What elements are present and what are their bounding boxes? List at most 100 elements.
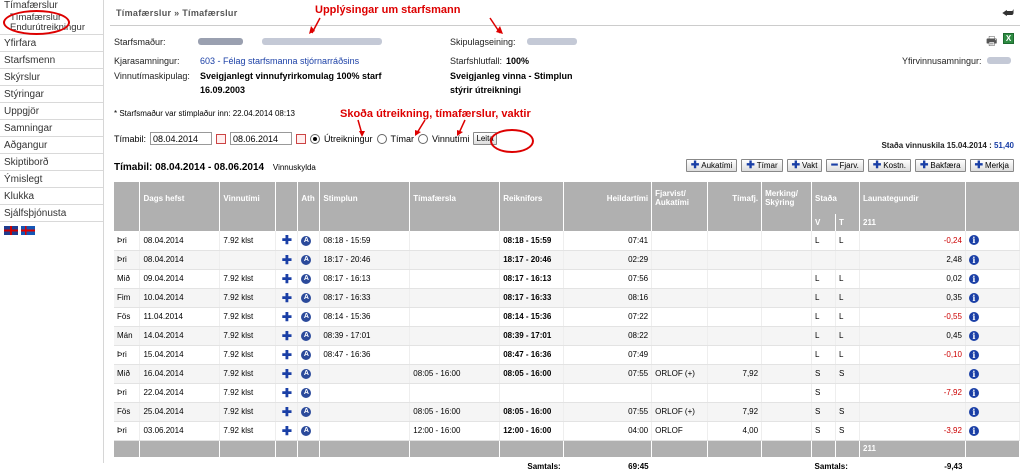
col-stimplun[interactable]: Stimplun	[319, 182, 411, 214]
col-launategundir[interactable]: Launategundir	[859, 182, 966, 214]
add-icon[interactable]: ✚	[282, 348, 292, 362]
back-icon[interactable]: ⮨	[1002, 5, 1014, 21]
a-status-icon[interactable]: A	[301, 293, 312, 303]
ath-cell: A	[297, 269, 321, 289]
stimplun-cell: 08:14 - 15:36	[319, 307, 411, 327]
add-icon[interactable]: ✚	[282, 405, 292, 419]
sidebar-item-styringar[interactable]: Stýringar	[0, 86, 103, 103]
table-row[interactable]: Þri 08.04.2014 ✚ A 18:17 - 20:46 18:17 - 20:4…	[114, 250, 1020, 270]
a-status-icon[interactable]: A	[301, 312, 312, 322]
sidebar-item-uppgjor[interactable]: Uppgjör	[0, 103, 103, 120]
sidebar-item-skyrslur[interactable]: Skýrslur	[0, 69, 103, 86]
reiknifors-cell: 08:14 - 15:36	[499, 307, 565, 327]
radio-utreikningur[interactable]	[310, 133, 321, 144]
col-stada[interactable]: Staða	[811, 182, 861, 214]
sidebar-item-samningar[interactable]: Samningar	[0, 120, 103, 137]
sidebar-item-adgangur[interactable]: Aðgangur	[0, 137, 103, 154]
table-row[interactable]: Mið 16.04.2014 7.92 klst ✚ A 08:05 - 16:00 08:…	[114, 364, 1020, 384]
info-icon[interactable]: i	[968, 387, 979, 398]
col-vinnutimi[interactable]: Vinnutími	[219, 182, 277, 214]
date-cell: 08.04.2014	[139, 231, 221, 251]
a-status-icon[interactable]: A	[301, 274, 312, 284]
sidebar-item-timafaerslur[interactable]: Tímafærslur	[0, 0, 103, 12]
add-icon[interactable]: ✚	[282, 253, 292, 267]
aukatimi-button[interactable]: ✚ Aukatími	[685, 159, 738, 172]
info-icon[interactable]: i	[968, 330, 979, 341]
add-icon[interactable]: ✚	[282, 367, 292, 381]
table-row[interactable]: Mán 14.04.2014 7.92 klst ✚ A 08:39 - 17:01 08:…	[114, 326, 1020, 346]
radio-vinnutimi[interactable]	[418, 133, 429, 144]
info-icon[interactable]: i	[968, 425, 979, 436]
add-icon[interactable]: ✚	[282, 233, 292, 247]
a-status-icon[interactable]: A	[301, 331, 312, 341]
a-status-icon[interactable]: A	[301, 369, 312, 379]
add-icon[interactable]: ✚	[282, 329, 292, 343]
sidebar-item-yfirfara[interactable]: Yfirfara	[0, 35, 103, 52]
table-row[interactable]: Mið 09.04.2014 7.92 klst ✚ A 08:17 - 16:13 08:…	[114, 269, 1020, 289]
info-icon[interactable]: i	[968, 254, 979, 265]
table-row[interactable]: Þri 22.04.2014 7.92 klst ✚ A S -7,92 i	[114, 383, 1020, 403]
a-status-icon[interactable]: A	[301, 350, 312, 360]
timar-button[interactable]: ✚ Tímar	[741, 159, 783, 172]
sidebar-item-klukka[interactable]: Klukka	[0, 188, 103, 205]
sidebar-item-sjalfsthjonusta[interactable]: Sjálfsþjónusta	[0, 205, 103, 222]
print-icon[interactable]: 🖶	[986, 32, 997, 53]
info-icon[interactable]: i	[968, 273, 979, 284]
fjarvist-cell: ORLOF	[651, 421, 709, 441]
calendar-from-icon[interactable]	[216, 133, 227, 144]
samtals-launategundir: -9,43	[944, 462, 963, 471]
table-row[interactable]: Fim 10.04.2014 7.92 klst ✚ A 08:17 - 16:33 08:…	[114, 288, 1020, 308]
a-status-icon[interactable]: A	[301, 426, 312, 436]
info-icon[interactable]: i	[968, 349, 979, 360]
bakfaera-button[interactable]: ✚ Bakfæra	[914, 159, 966, 172]
timafaersla-cell	[409, 269, 501, 289]
info-icon[interactable]: i	[968, 235, 979, 246]
merkja-button[interactable]: ✚ Merkja	[969, 159, 1014, 172]
vinnutimi-cell: 7.92 klst	[219, 383, 277, 403]
col-timafj[interactable]: Tímafj.	[707, 182, 763, 214]
uk-flag-icon[interactable]	[4, 226, 18, 235]
reiknifors-cell: 08:18 - 15:59	[499, 231, 565, 251]
fjarv-button[interactable]: ━ Fjarv.	[826, 159, 864, 172]
a-status-icon[interactable]: A	[301, 255, 312, 265]
table-row[interactable]: Fös 11.04.2014 7.92 klst ✚ A 08:14 - 15:36 08:…	[114, 307, 1020, 327]
col-heildartimi[interactable]: Heildartími	[563, 182, 653, 214]
table-row[interactable]: Þri 03.06.2014 7.92 klst ✚ A 12:00 - 16:00 12:…	[114, 421, 1020, 441]
info-icon[interactable]: i	[968, 406, 979, 417]
sidebar-item-skiptibord[interactable]: Skiptiborð	[0, 154, 103, 171]
a-status-icon[interactable]: A	[301, 235, 312, 246]
a-status-icon[interactable]: A	[301, 388, 312, 398]
calendar-to-icon[interactable]	[296, 133, 307, 144]
add-icon[interactable]: ✚	[282, 424, 292, 438]
col-timafaersla[interactable]: Tímafærsla	[409, 182, 501, 214]
sidebar-item-starfsmenn[interactable]: Starfsmenn	[0, 52, 103, 69]
table-row[interactable]: Þri 08.04.2014 7.92 klst ✚ A 08:18 - 15:59 08:…	[114, 231, 1020, 251]
add-icon[interactable]: ✚	[282, 291, 292, 305]
col-reiknifors[interactable]: Reiknifors	[499, 182, 565, 214]
a-status-icon[interactable]: A	[301, 407, 312, 417]
date-to-input[interactable]	[230, 132, 293, 145]
table-row[interactable]: Fös 25.04.2014 7.92 klst ✚ A 08:05 - 16:00 08:…	[114, 402, 1020, 422]
kjarasamningur-link[interactable]: 603 - Félag starfsmanna stjórnarráðsins	[200, 56, 359, 66]
add-icon[interactable]: ✚	[282, 310, 292, 324]
sveigjanleg-line1: Sveigjanleg vinna - Stimplun	[450, 71, 573, 81]
col-ath[interactable]: Ath	[297, 182, 321, 214]
info-icon[interactable]: i	[968, 368, 979, 379]
kostn-button[interactable]: ✚ Kostn.	[867, 159, 911, 172]
add-icon[interactable]: ✚	[282, 272, 292, 286]
date-from-input[interactable]	[150, 132, 213, 145]
sidebar-item-ymislegt[interactable]: Ýmislegt	[0, 171, 103, 188]
heildartimi-cell: 02:29	[563, 250, 653, 270]
table-row[interactable]: Þri 15.04.2014 7.92 klst ✚ A 08:47 - 16:36 08:…	[114, 345, 1020, 365]
filter-row: Tímabil: Útreikningur Tímar Vinnutími Le…	[114, 132, 497, 145]
radio-timar[interactable]	[376, 133, 387, 144]
add-icon[interactable]: ✚	[282, 386, 292, 400]
is-flag-icon[interactable]	[21, 226, 35, 235]
col-dags-hefst[interactable]: Dags hefst	[139, 182, 221, 214]
excel-icon[interactable]: X	[1003, 33, 1014, 44]
info-icon[interactable]: i	[968, 311, 979, 322]
col-fjarvist[interactable]: Fjarvist/ Aukatími	[651, 182, 709, 214]
info-icon[interactable]: i	[968, 292, 979, 303]
vakt-button[interactable]: ✚ Vakt	[786, 159, 823, 172]
col-merking[interactable]: Merking/ Skýring	[761, 182, 813, 214]
